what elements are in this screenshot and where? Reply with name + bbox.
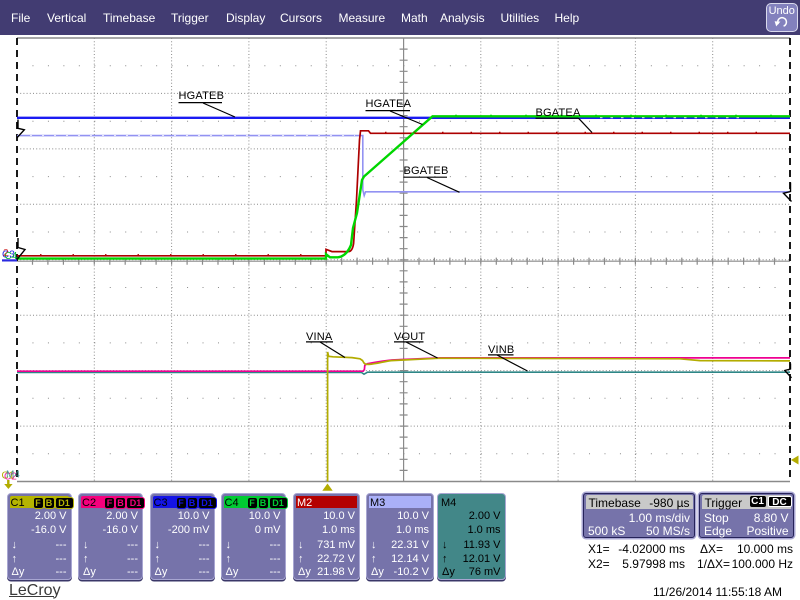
svg-text:2: 2 [3, 248, 9, 259]
svg-text:BGATEB: BGATEB [404, 165, 449, 177]
svg-text:VOUT: VOUT [394, 331, 425, 343]
svg-text:BGATEA: BGATEA [536, 107, 581, 119]
svg-text:M4: M4 [6, 470, 20, 481]
svg-text:VINB: VINB [488, 344, 514, 356]
svg-text:VINA: VINA [306, 331, 333, 343]
svg-text:HGATEA: HGATEA [366, 98, 412, 110]
svg-text:HGATEB: HGATEB [179, 90, 225, 102]
